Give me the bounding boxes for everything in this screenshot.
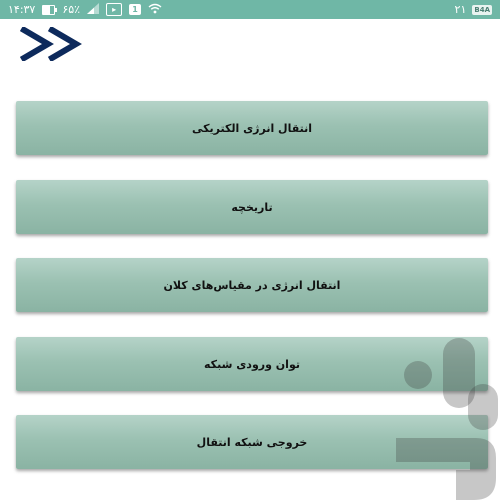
notification-count: ۲۱ [454, 3, 467, 16]
signal-icon [87, 2, 100, 17]
battery-fill [43, 5, 51, 14]
status-bar-right: ۲۱ B4A [455, 2, 492, 17]
double-chevron-right-icon [19, 25, 82, 63]
mobile-data-icon: ▸ [106, 3, 123, 16]
sim-badge: 1 [129, 4, 142, 15]
clock: ۱۴:۳۷ [8, 3, 36, 16]
menu-button-grid-input-power[interactable]: توان ورودی شبکه [16, 337, 488, 391]
menu-button-history[interactable]: تاریخچه [16, 180, 488, 234]
menu-button-electric-energy-transmission[interactable]: انتقال انرژی الکتریکی [16, 101, 488, 155]
menu-button-label: انتقال انرژی الکتریکی [191, 121, 313, 135]
wifi-icon [148, 3, 162, 17]
menu-button-label: توان ورودی شبکه [204, 357, 300, 371]
status-bar-left: ۱۴:۳۷ ۶۵٪ ▸ 1 [8, 2, 162, 17]
menu-button-label: انتقال انرژی در مقیاس‌های کلان [163, 278, 341, 292]
menu-button-label: خروجی شبکه انتقال [196, 435, 308, 449]
b4a-badge: B4A [472, 4, 492, 15]
menu-button-label: تاریخچه [231, 200, 273, 214]
menu-button-large-scale-transmission[interactable]: انتقال انرژی در مقیاس‌های کلان [16, 258, 488, 312]
battery-percent: ۶۵٪ [62, 3, 81, 16]
app-screen: ۱۴:۳۷ ۶۵٪ ▸ 1 ۲۱ B4A انتقال انرژی الکتری… [0, 0, 500, 500]
battery-icon [42, 4, 58, 15]
forward-nav-button[interactable] [19, 25, 86, 63]
menu-button-transmission-grid-output[interactable]: خروجی شبکه انتقال [16, 415, 488, 469]
status-bar: ۱۴:۳۷ ۶۵٪ ▸ 1 ۲۱ B4A [0, 0, 500, 19]
